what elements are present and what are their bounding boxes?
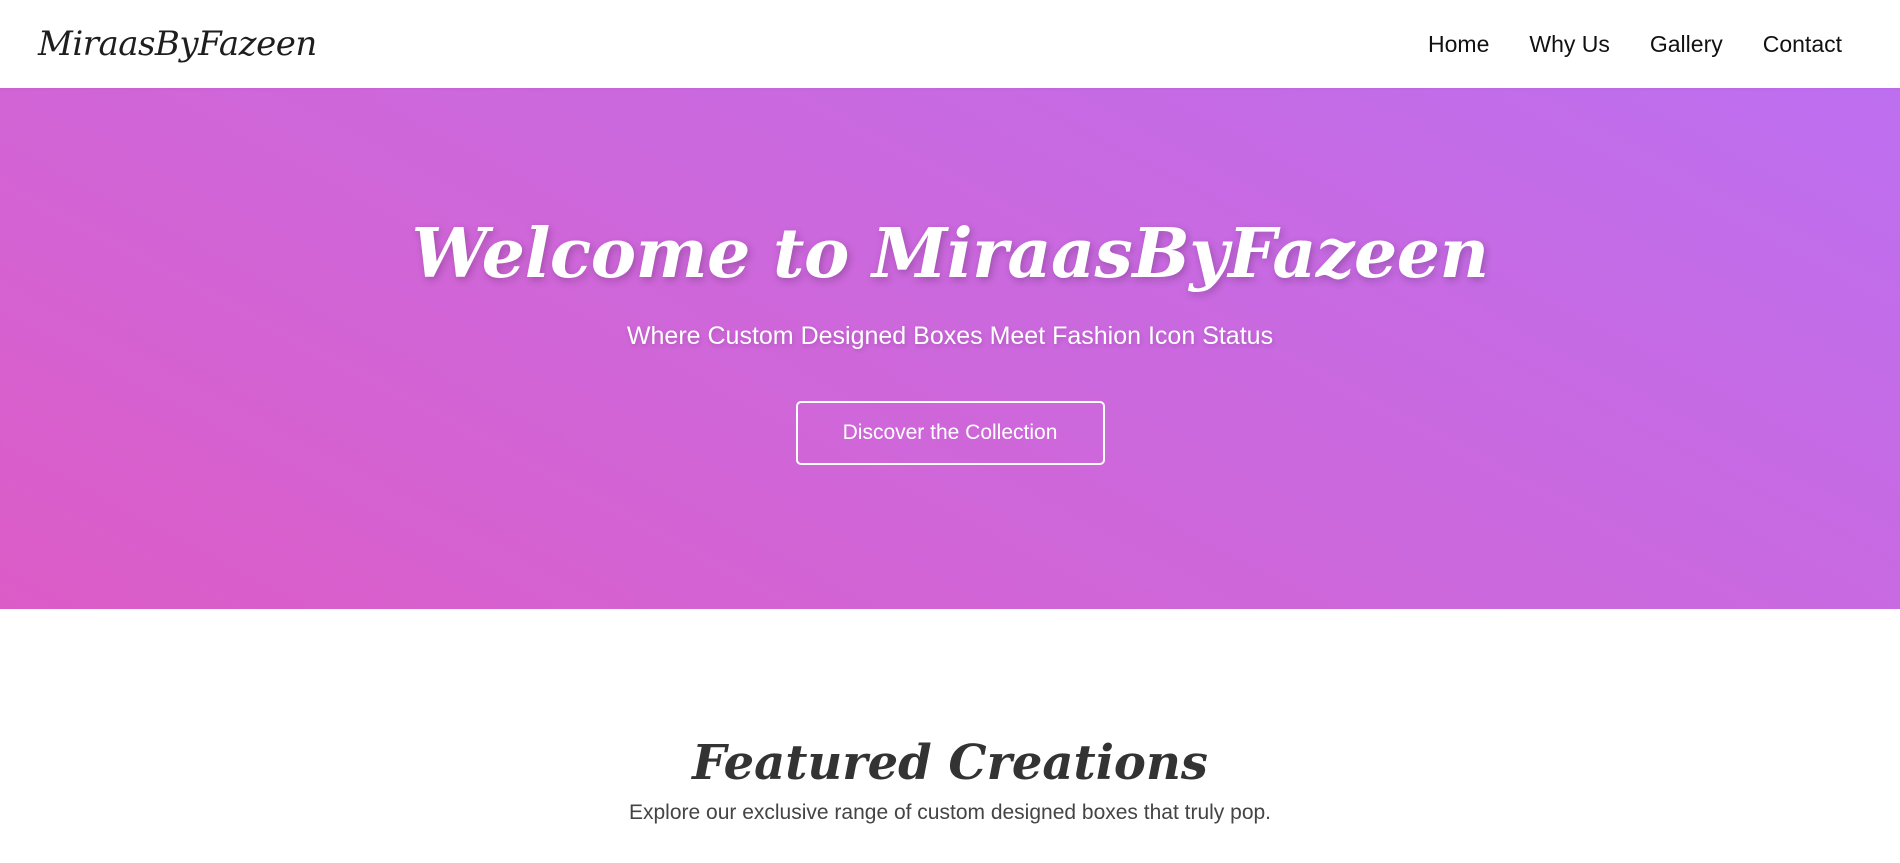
nav-link-why-us[interactable]: Why Us: [1529, 31, 1610, 57]
nav-item-contact: Contact: [1763, 31, 1842, 58]
nav-item-gallery: Gallery: [1650, 31, 1723, 58]
nav-menu: Home Why Us Gallery Contact: [1428, 31, 1842, 58]
nav-link-home[interactable]: Home: [1428, 31, 1489, 57]
hero-subtitle: Where Custom Designed Boxes Meet Fashion…: [626, 322, 1274, 350]
hero-title: Welcome to MiraasByFazeen: [411, 214, 1489, 294]
nav-link-gallery[interactable]: Gallery: [1650, 31, 1723, 57]
navbar: MiraasByFazeen Home Why Us Gallery Conta…: [0, 0, 1900, 88]
nav-item-home: Home: [1428, 31, 1489, 58]
nav-link-contact[interactable]: Contact: [1763, 31, 1842, 57]
featured-title: Featured Creations: [692, 735, 1208, 791]
discover-collection-button[interactable]: Discover the Collection: [795, 401, 1105, 465]
hero-section: Welcome to MiraasByFazeen Where Custom D…: [0, 88, 1900, 609]
site-logo[interactable]: MiraasByFazeen: [38, 24, 317, 64]
featured-subtitle: Explore our exclusive range of custom de…: [628, 801, 1272, 824]
featured-section: Featured Creations Explore our exclusive…: [0, 609, 1900, 863]
nav-item-why-us: Why Us: [1529, 31, 1610, 58]
